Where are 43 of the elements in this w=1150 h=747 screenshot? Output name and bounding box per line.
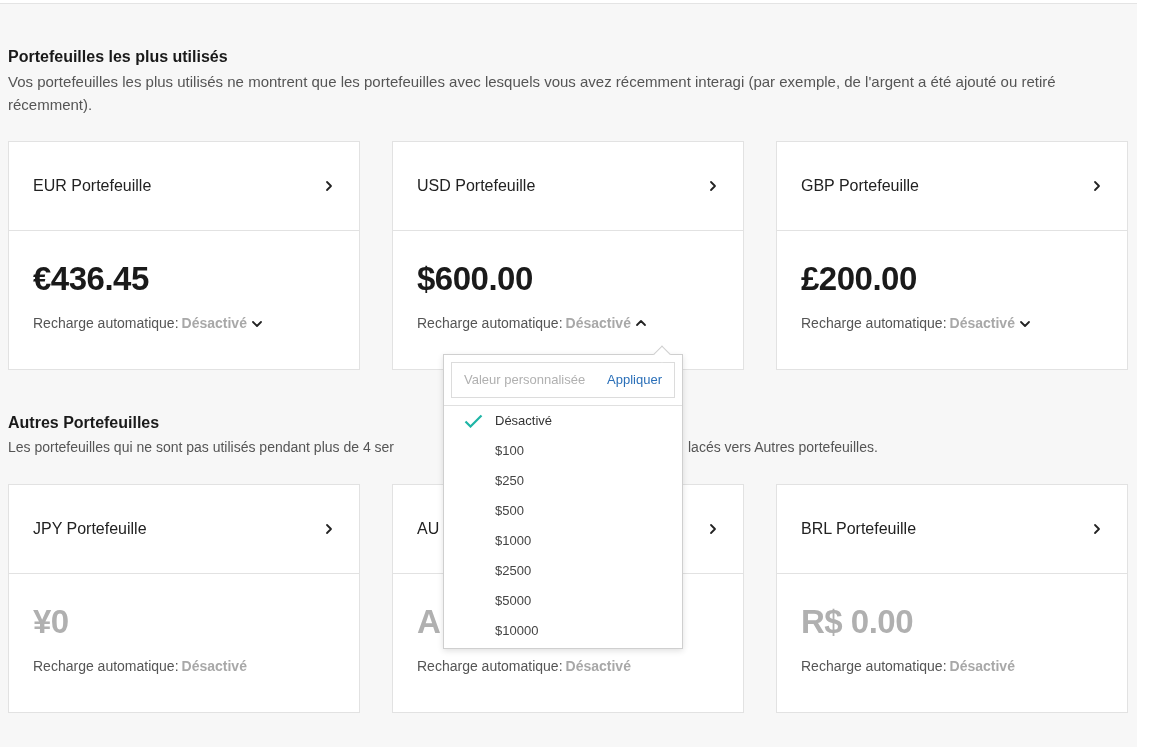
section-description: Vos portefeuilles les plus utilisés ne montrent que les portefeuilles avec lesquels vous avez récemment interagi (par exemple, de l'argent a été ajouté ou retiré récemment). — [8, 72, 1057, 115]
wallet-balance: $600.00 — [417, 259, 533, 299]
wallet-name: USD Portefeuille — [417, 176, 536, 196]
auto-recharge-label: Recharge automatique: — [417, 657, 563, 676]
dropdown-option[interactable]: $10000 — [444, 616, 682, 646]
auto-recharge-value: Désactivé — [949, 657, 1015, 676]
chevron-right-icon — [323, 180, 335, 192]
chevron-right-icon — [1091, 523, 1103, 535]
wallet-name: GBP Portefeuille — [801, 176, 919, 196]
wallet-balance: £200.00 — [801, 259, 917, 299]
auto-recharge-label: Recharge automatique: — [801, 657, 947, 676]
chevron-right-icon — [1091, 180, 1103, 192]
wallet-name: JPY Portefeuille — [33, 519, 147, 539]
wallet-name: AU — [417, 519, 440, 539]
wallet-balance: R$ 0.00 — [801, 602, 914, 642]
wallet-name: BRL Portefeuille — [801, 519, 917, 539]
wallet-balance: ¥0 — [33, 602, 69, 642]
auto-recharge-value: Désactivé — [181, 657, 247, 676]
section-description: Les portefeuilles qui ne sont pas utilisés pendant plus de 4 ser — [8, 438, 396, 457]
dropdown-option[interactable]: Désactivé — [444, 406, 682, 436]
auto-recharge-label: Recharge automatique: — [417, 314, 563, 333]
custom-value-field[interactable]: Valeur personnalisée Appliquer — [451, 362, 675, 398]
auto-recharge-label: Recharge automatique: — [801, 314, 947, 333]
wallet-balance: €436.45 — [33, 259, 149, 299]
auto-recharge-label: Recharge automatique: — [33, 314, 179, 333]
dropdown-option[interactable]: $250 — [444, 466, 682, 496]
section-description: lacés vers Autres portefeuilles. — [688, 438, 878, 457]
dropdown-option[interactable]: $1000 — [444, 526, 682, 556]
chevron-right-icon — [707, 523, 719, 535]
chevron-right-icon — [323, 523, 335, 535]
check-icon — [464, 414, 483, 428]
dropdown-option[interactable]: $500 — [444, 496, 682, 526]
chevron-right-icon — [707, 180, 719, 192]
apply-button[interactable]: Appliquer — [607, 370, 662, 390]
dropdown-option[interactable]: $5000 — [444, 586, 682, 616]
wallet-balance: A — [417, 602, 441, 642]
wallet-name: EUR Portefeuille — [33, 176, 152, 196]
section-title: Portefeuilles les plus utilisés — [8, 47, 228, 67]
dropdown-option[interactable]: $100 — [444, 436, 682, 466]
auto-recharge-label: Recharge automatique: — [33, 657, 179, 676]
section-title: Autres Portefeuilles — [8, 413, 160, 433]
auto-recharge-value: Désactivé — [565, 657, 631, 676]
dropdown-option[interactable]: $2500 — [444, 556, 682, 586]
